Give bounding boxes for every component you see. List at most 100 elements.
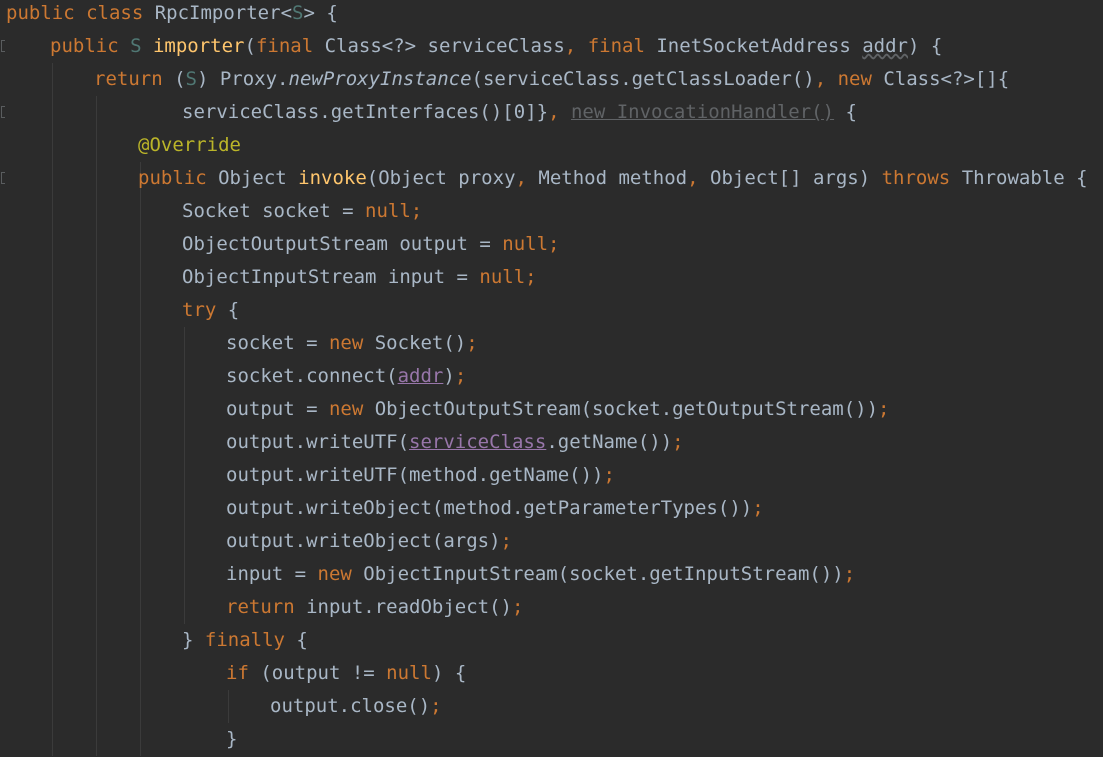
code-line[interactable]: } finally { (182, 624, 308, 657)
code-token: S (185, 68, 197, 90)
code-line[interactable]: output.writeUTF(serviceClass.getName()); (226, 426, 684, 459)
code-token: ObjectInputStream input = (182, 266, 480, 288)
code-token: S (292, 2, 304, 24)
code-token: { (296, 629, 308, 651)
code-token: final (587, 35, 657, 57)
code-token: > { (303, 2, 338, 24)
code-token: (Object proxy (366, 167, 516, 189)
code-line[interactable]: socket.connect(addr); (226, 360, 466, 393)
code-editor[interactable]: public class RpcImporter<S> {public S im… (0, 0, 1103, 757)
code-token: ; (878, 398, 890, 420)
code-token: } (226, 728, 238, 750)
code-token: output.writeObject(args) (226, 530, 501, 552)
code-line[interactable]: output.writeUTF(method.getName()); (226, 459, 615, 492)
code-token: serviceClass.getInterfaces()[ (182, 101, 514, 123)
code-line[interactable]: Socket socket = null; (182, 195, 422, 228)
code-token: output.writeObject(method.getParameterTy… (226, 497, 753, 519)
code-line[interactable]: ObjectInputStream input = null; (182, 261, 537, 294)
code-token: output.writeUTF(method.getName()) (226, 464, 604, 486)
fold-marker-icon[interactable] (1, 172, 5, 184)
code-token: ) Proxy. (196, 68, 289, 90)
code-token: ; (430, 695, 442, 717)
code-token: null (386, 662, 432, 684)
code-token: null; (479, 266, 537, 288)
code-line[interactable]: try { (182, 294, 239, 327)
code-line[interactable]: output.writeObject(method.getParameterTy… (226, 492, 764, 525)
code-line[interactable]: return input.readObject(); (226, 591, 523, 624)
code-token: final (255, 35, 325, 57)
code-token: ObjectOutputStream(socket.getOutputStrea… (374, 398, 879, 420)
code-token: public class (6, 2, 155, 24)
fold-marker-icon[interactable] (1, 40, 5, 52)
code-token: null; (365, 200, 423, 222)
code-token: , (564, 35, 588, 57)
code-token: ; (843, 563, 856, 585)
code-token: Throwable { (961, 167, 1088, 189)
code-token: ObjectInputStream(socket.getInputStream(… (363, 563, 844, 585)
code-line[interactable]: public Object invoke(Object proxy, Metho… (138, 162, 1088, 195)
code-line[interactable]: socket = new Socket(); (226, 327, 478, 360)
code-token: Class<?>[]{ (883, 68, 1010, 90)
code-token: ; (466, 332, 478, 354)
code-token: ]} (525, 101, 549, 123)
code-token: { (227, 299, 240, 321)
code-token: (output != (260, 662, 387, 684)
code-token: output.close() (270, 695, 431, 717)
code-token: { (834, 101, 857, 123)
code-token: socket.connect( (226, 365, 398, 387)
code-token: RpcImporter (154, 2, 281, 24)
code-token: Object[] args) (710, 167, 882, 189)
code-token: input.readObject() (306, 596, 512, 618)
code-token: try (182, 299, 228, 321)
code-token: (serviceClass.getClassLoader() (471, 68, 815, 90)
code-token: input = (226, 563, 318, 585)
indent-guide (96, 96, 97, 756)
code-token: output = (226, 398, 329, 420)
code-line[interactable]: return (S) Proxy.newProxyInstance(servic… (94, 63, 1009, 96)
code-token: public (138, 167, 219, 189)
code-token: ( (244, 35, 256, 57)
code-line[interactable]: } (226, 723, 237, 756)
code-token: } (182, 629, 205, 651)
code-token: , (515, 167, 539, 189)
code-token: null; (502, 233, 560, 255)
code-token: Class<?> serviceClass (324, 35, 565, 57)
code-line[interactable]: ObjectOutputStream output = null; (182, 228, 560, 261)
code-token: ) (443, 365, 455, 387)
code-token: @Override (138, 134, 241, 156)
code-token: return (94, 68, 175, 90)
code-line[interactable]: @Override (138, 129, 241, 162)
code-token: invoke (298, 167, 367, 189)
code-token: ObjectOutputStream output = (182, 233, 503, 255)
code-token: finally (204, 629, 297, 651)
code-line[interactable]: public S importer(final Class<?> service… (50, 30, 942, 63)
code-token: ; (454, 365, 467, 387)
code-token: if (226, 662, 261, 684)
fold-marker-icon[interactable] (1, 106, 5, 118)
code-token: socket = (226, 332, 329, 354)
code-line[interactable]: if (output != null) { (226, 657, 466, 690)
code-line[interactable]: output.close(); (270, 690, 442, 723)
code-line[interactable]: output.writeObject(args); (226, 525, 512, 558)
code-token: serviceClass (409, 431, 547, 453)
code-token: ; (500, 530, 512, 552)
code-token: new (328, 398, 375, 420)
code-line[interactable]: output = new ObjectOutputStream(socket.g… (226, 393, 890, 426)
code-token: S (130, 35, 153, 57)
code-token: Object (218, 167, 299, 189)
code-line[interactable]: input = new ObjectInputStream(socket.get… (226, 558, 855, 591)
code-token: importer (152, 35, 245, 57)
code-line[interactable]: public class RpcImporter<S> { (6, 0, 338, 30)
code-token: throws (881, 167, 962, 189)
code-token: Method method (538, 167, 688, 189)
indent-guide (52, 63, 53, 756)
indent-guide (140, 162, 141, 756)
code-token: ; (672, 431, 684, 453)
code-token: new InvocationHandler() (570, 101, 835, 123)
code-token: InetSocketAddress (656, 35, 863, 57)
indent-guide (184, 327, 185, 624)
code-token: ) { (431, 662, 467, 684)
code-line[interactable]: serviceClass.getInterfaces()[0]}, new In… (182, 96, 857, 129)
code-token: ; (511, 596, 524, 618)
code-token: addr (397, 365, 444, 387)
